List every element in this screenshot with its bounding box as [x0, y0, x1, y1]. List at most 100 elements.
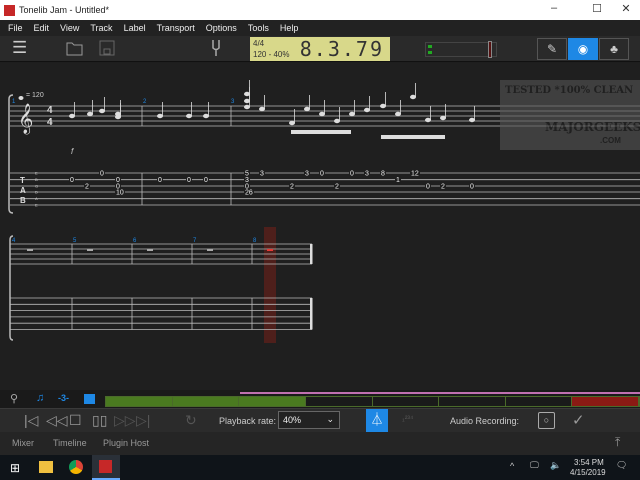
time-sig-top: 4 — [47, 105, 53, 116]
go-to-start-button[interactable]: |◁ — [24, 412, 38, 429]
rewind-button[interactable]: ◁◁ — [46, 412, 68, 429]
menu-options[interactable]: Options — [206, 23, 237, 33]
track-measure-block[interactable] — [572, 397, 639, 406]
score-view[interactable]: = 120 𝄞 4 4 f T A B EBGDAE 0 2 0 0 0 10 0 0 0 5 3 0… — [0, 63, 640, 390]
tab-fret-number: 12 — [411, 171, 419, 178]
note-head — [410, 94, 416, 100]
bar-number: 2 — [143, 99, 147, 105]
app-icon — [4, 4, 15, 16]
windows-start-icon[interactable]: ⊞ — [10, 461, 20, 475]
track-measure-block[interactable] — [106, 397, 173, 406]
chrome-icon[interactable] — [69, 460, 83, 474]
note-head — [289, 120, 295, 126]
tab-fret-number: 0 — [204, 177, 208, 184]
tab-fret-number: 10 — [116, 190, 124, 197]
tonelib-taskbar-button[interactable] — [92, 455, 120, 480]
clock-date[interactable]: 4/15/2019 — [570, 468, 606, 477]
minimize-button[interactable]: – — [540, 2, 568, 14]
pencil-icon: ✎ — [546, 42, 558, 56]
tab-plugin-host[interactable]: Plugin Host — [103, 438, 149, 448]
whole-rest — [207, 249, 213, 251]
bar-number: 5 — [73, 238, 77, 244]
expand-panel-icon[interactable]: ⤒ — [615, 435, 620, 450]
stop-button[interactable]: ☐ — [69, 412, 82, 429]
music-note-icon[interactable]: ♫ — [36, 392, 44, 404]
note-head — [69, 113, 75, 119]
track-measure-block[interactable] — [372, 397, 440, 406]
clock-time[interactable]: 3:54 PM — [574, 458, 604, 467]
view-mode-button[interactable]: ◉ — [568, 38, 598, 60]
bar-number: 4 — [12, 238, 16, 244]
track-measure-block[interactable] — [505, 397, 573, 406]
note-head — [469, 117, 475, 123]
record-button[interactable]: ○ — [538, 412, 555, 429]
watermark-logo: TESTED *100% CLEAN MAJORGEEKS .COM — [500, 80, 640, 150]
edit-mode-button[interactable]: ✎ — [537, 38, 567, 60]
score-canvas: = 120 𝄞 4 4 f T A B EBGDAE 02000100 0 0530… — [8, 80, 640, 343]
whole-rest — [267, 249, 273, 251]
go-to-end-button[interactable]: ▷| — [136, 412, 150, 429]
pause-button[interactable]: ▯▯ — [92, 412, 107, 429]
track-timeline[interactable]: ⚲ ♫ -3- — [0, 390, 640, 408]
tab-fret-number: 26 — [245, 190, 253, 197]
maximize-button[interactable]: ☐ — [583, 2, 611, 15]
menu-view[interactable]: View — [60, 23, 79, 33]
bar-number: 7 — [193, 238, 197, 244]
tab-fret-number: 0 — [187, 177, 191, 184]
tuning-label: D — [35, 190, 38, 195]
mixer-mode-button[interactable]: ♣ — [599, 38, 629, 60]
note-head — [157, 113, 163, 119]
note-head — [99, 108, 105, 114]
volume-icon[interactable]: 🔈 — [550, 460, 561, 471]
menu-edit[interactable]: Edit — [34, 23, 50, 33]
network-icon[interactable]: 🖵 — [530, 460, 539, 471]
count-in-button[interactable]: ₁²³⁴ — [402, 414, 413, 423]
tab-view-icon[interactable] — [84, 394, 95, 404]
svg-text:.COM: .COM — [600, 136, 621, 145]
loop-icon[interactable]: ↻ — [185, 412, 197, 429]
menu-track[interactable]: Track — [90, 23, 112, 33]
note-head — [244, 98, 250, 104]
tab-mixer[interactable]: Mixer — [12, 438, 34, 448]
open-folder-icon[interactable] — [66, 41, 84, 56]
save-icon[interactable] — [99, 40, 115, 56]
file-explorer-icon[interactable] — [39, 461, 53, 473]
loop-range[interactable] — [240, 392, 640, 394]
tab-fret-number: 2 — [290, 184, 294, 191]
tab-clef-a: A — [20, 186, 26, 195]
tab-fret-number: 3 — [305, 171, 309, 178]
chevron-down-icon: ⌄ — [326, 414, 334, 424]
track-measure-block[interactable] — [305, 397, 373, 406]
tab-fret-number: 2 — [441, 184, 445, 191]
tray-chevron-icon[interactable]: ^ — [510, 461, 514, 471]
tab-timeline[interactable]: Timeline — [53, 438, 87, 448]
menu-help[interactable]: Help — [280, 23, 299, 33]
metronome-button[interactable]: ⏃ — [366, 409, 388, 432]
time-signature: 4/4 — [253, 39, 265, 48]
menu-label[interactable]: Label — [124, 23, 146, 33]
tab-fret-number: 3 — [365, 171, 369, 178]
track-measure-block[interactable] — [172, 397, 240, 406]
confirm-check-icon[interactable]: ✓ — [572, 411, 585, 429]
close-button[interactable]: ✕ — [612, 2, 640, 15]
menu-transport[interactable]: Transport — [157, 23, 195, 33]
track-measure-block[interactable] — [239, 397, 306, 406]
menu-tools[interactable]: Tools — [248, 23, 269, 33]
playback-rate-select[interactable]: 40% ⌄ — [278, 411, 340, 429]
triplet-icon[interactable]: -3- — [58, 393, 69, 403]
menu-file[interactable]: File — [8, 23, 23, 33]
tuning-label: A — [35, 196, 38, 201]
tuning-label: E — [35, 203, 38, 208]
tab-fret-number: 0 — [158, 177, 162, 184]
notifications-icon[interactable]: 🗨 — [616, 460, 627, 471]
note-head — [186, 113, 192, 119]
search-icon[interactable]: ⚲ — [10, 392, 18, 405]
track-measure-block[interactable] — [439, 397, 506, 406]
whole-rest — [147, 249, 153, 251]
fast-forward-button[interactable]: ▷▷ — [114, 412, 136, 429]
tuning-fork-icon[interactable] — [211, 39, 221, 57]
tab-fret-number: 0 — [350, 171, 354, 178]
hamburger-menu-icon[interactable]: ☰ — [12, 38, 27, 58]
note-head — [87, 111, 93, 117]
note-head — [440, 115, 446, 121]
